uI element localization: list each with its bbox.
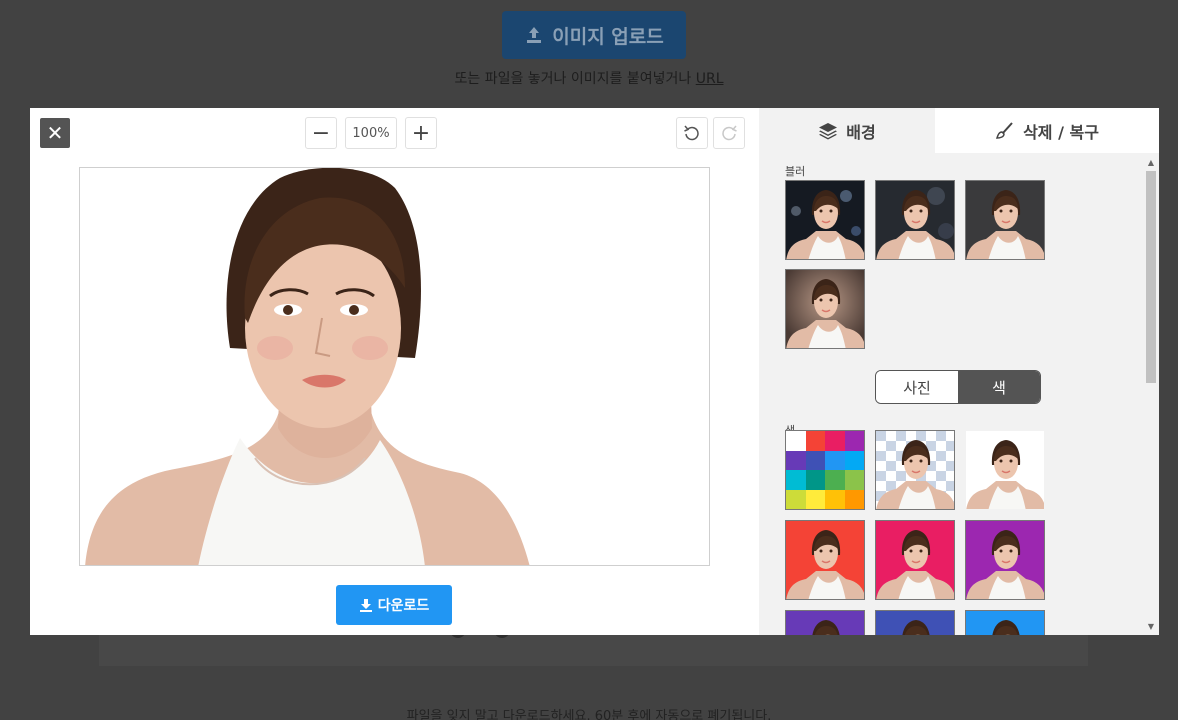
redo-icon (722, 125, 737, 141)
source-toggle: 사진 색 (875, 370, 1041, 404)
panel-content: 블러 사진 색 (759, 153, 1143, 635)
upload-icon (527, 27, 542, 43)
zoom-controls: − 100% + (305, 117, 437, 149)
palette-swatch (786, 489, 806, 509)
minus-icon: − (311, 120, 331, 146)
palette-swatch (805, 431, 825, 451)
blur-option-2[interactable] (875, 180, 955, 260)
color-option-palette[interactable] (785, 430, 865, 510)
palette-swatch (844, 431, 864, 451)
toggle-photo[interactable]: 사진 (876, 371, 958, 403)
color-option-transparent[interactable] (875, 430, 955, 510)
options-panel: 배경 삭제 / 복구 블러 사진 색 ▲ ▼ (759, 108, 1159, 635)
download-label: 다운로드 (377, 598, 430, 614)
zoom-out-button[interactable]: − (305, 117, 337, 149)
color-thumbnail-image (786, 611, 864, 635)
color-option-indigo[interactable] (875, 610, 955, 635)
image-canvas[interactable] (79, 167, 710, 566)
palette-swatch (844, 470, 864, 490)
undo-icon (684, 125, 699, 141)
palette-swatch (844, 450, 864, 470)
color-thumbnail-image (876, 521, 954, 599)
white-thumbnail-image (966, 431, 1044, 509)
palette-swatch (825, 431, 845, 451)
color-option-blue[interactable] (965, 610, 1045, 635)
redo-button[interactable] (713, 117, 745, 149)
blur-option-1[interactable] (785, 180, 865, 260)
upload-button-label: 이미지 업로드 (552, 25, 664, 48)
palette-swatch (844, 489, 864, 509)
layers-icon (819, 122, 838, 139)
color-thumbnail-image (876, 611, 954, 635)
blur-option-3[interactable] (965, 180, 1045, 260)
palette-swatch (805, 450, 825, 470)
toggle-color[interactable]: 색 (958, 371, 1040, 403)
plus-icon: + (411, 120, 431, 146)
palette-swatch (825, 470, 845, 490)
footer-notice: 파일을 잊지 말고 다운로드하세요. 60분 후에 자동으로 폐기됩니다. (406, 709, 772, 720)
zoom-level: 100% (345, 117, 397, 149)
color-option-deep-purple[interactable] (785, 610, 865, 635)
palette-swatch (786, 470, 806, 490)
zoom-in-button[interactable]: + (405, 117, 437, 149)
color-option-white[interactable] (965, 430, 1045, 510)
blur-thumbnail-image (966, 181, 1044, 259)
palette-swatch (805, 489, 825, 509)
palette-swatch (825, 450, 845, 470)
blur-section-label: 블러 (785, 165, 806, 178)
url-link: URL (695, 71, 724, 87)
background-card (99, 630, 1088, 666)
palette-swatch (805, 470, 825, 490)
close-icon: ✕ (46, 121, 64, 145)
blur-thumbnail-image (786, 181, 864, 259)
palette-swatch (786, 431, 806, 451)
undo-button[interactable] (676, 117, 708, 149)
download-icon (359, 599, 372, 612)
tab-erase-restore-label: 삭제 / 복구 (1023, 122, 1099, 142)
close-button[interactable]: ✕ (40, 118, 70, 148)
scroll-down-icon[interactable]: ▼ (1143, 619, 1159, 633)
color-option-pink[interactable] (875, 520, 955, 600)
brush-icon (996, 121, 1013, 139)
blur-thumbnail-image (876, 181, 954, 259)
tab-erase-restore[interactable]: 삭제 / 복구 (935, 108, 1159, 153)
upload-image-button: 이미지 업로드 (502, 11, 686, 59)
panel-scrollbar[interactable]: ▲ ▼ (1143, 153, 1159, 635)
color-option-purple[interactable] (965, 520, 1045, 600)
scroll-up-icon[interactable]: ▲ (1143, 155, 1159, 169)
palette-swatch (786, 450, 806, 470)
color-thumbnail-image (786, 521, 864, 599)
download-button[interactable]: 다운로드 (336, 585, 452, 625)
blur-thumbnail-image (786, 270, 864, 348)
upload-subtext: 또는 파일을 놓거나 이미지를 붙여넣거나 URL (454, 71, 724, 87)
color-option-red[interactable] (785, 520, 865, 600)
preview-pane: ✕ − 100% + 다운로드 (30, 108, 759, 635)
portrait-image (85, 168, 530, 565)
history-controls (676, 117, 745, 149)
color-thumbnail-image (966, 521, 1044, 599)
scroll-thumb[interactable] (1146, 171, 1156, 383)
blur-option-4[interactable] (785, 269, 865, 349)
tab-background[interactable]: 배경 (759, 108, 935, 153)
palette-swatch (825, 489, 845, 509)
transparent-thumbnail-image (876, 431, 954, 509)
color-palette-swatches (786, 431, 864, 509)
background-editor-modal: ✕ − 100% + 다운로드 배경 삭제 / 복구 블러 사진 색 ▲ ▼ (30, 108, 1159, 635)
panel-tabs: 배경 삭제 / 복구 (759, 108, 1159, 153)
tab-background-label: 배경 (846, 122, 876, 142)
color-thumbnail-image (966, 611, 1044, 635)
